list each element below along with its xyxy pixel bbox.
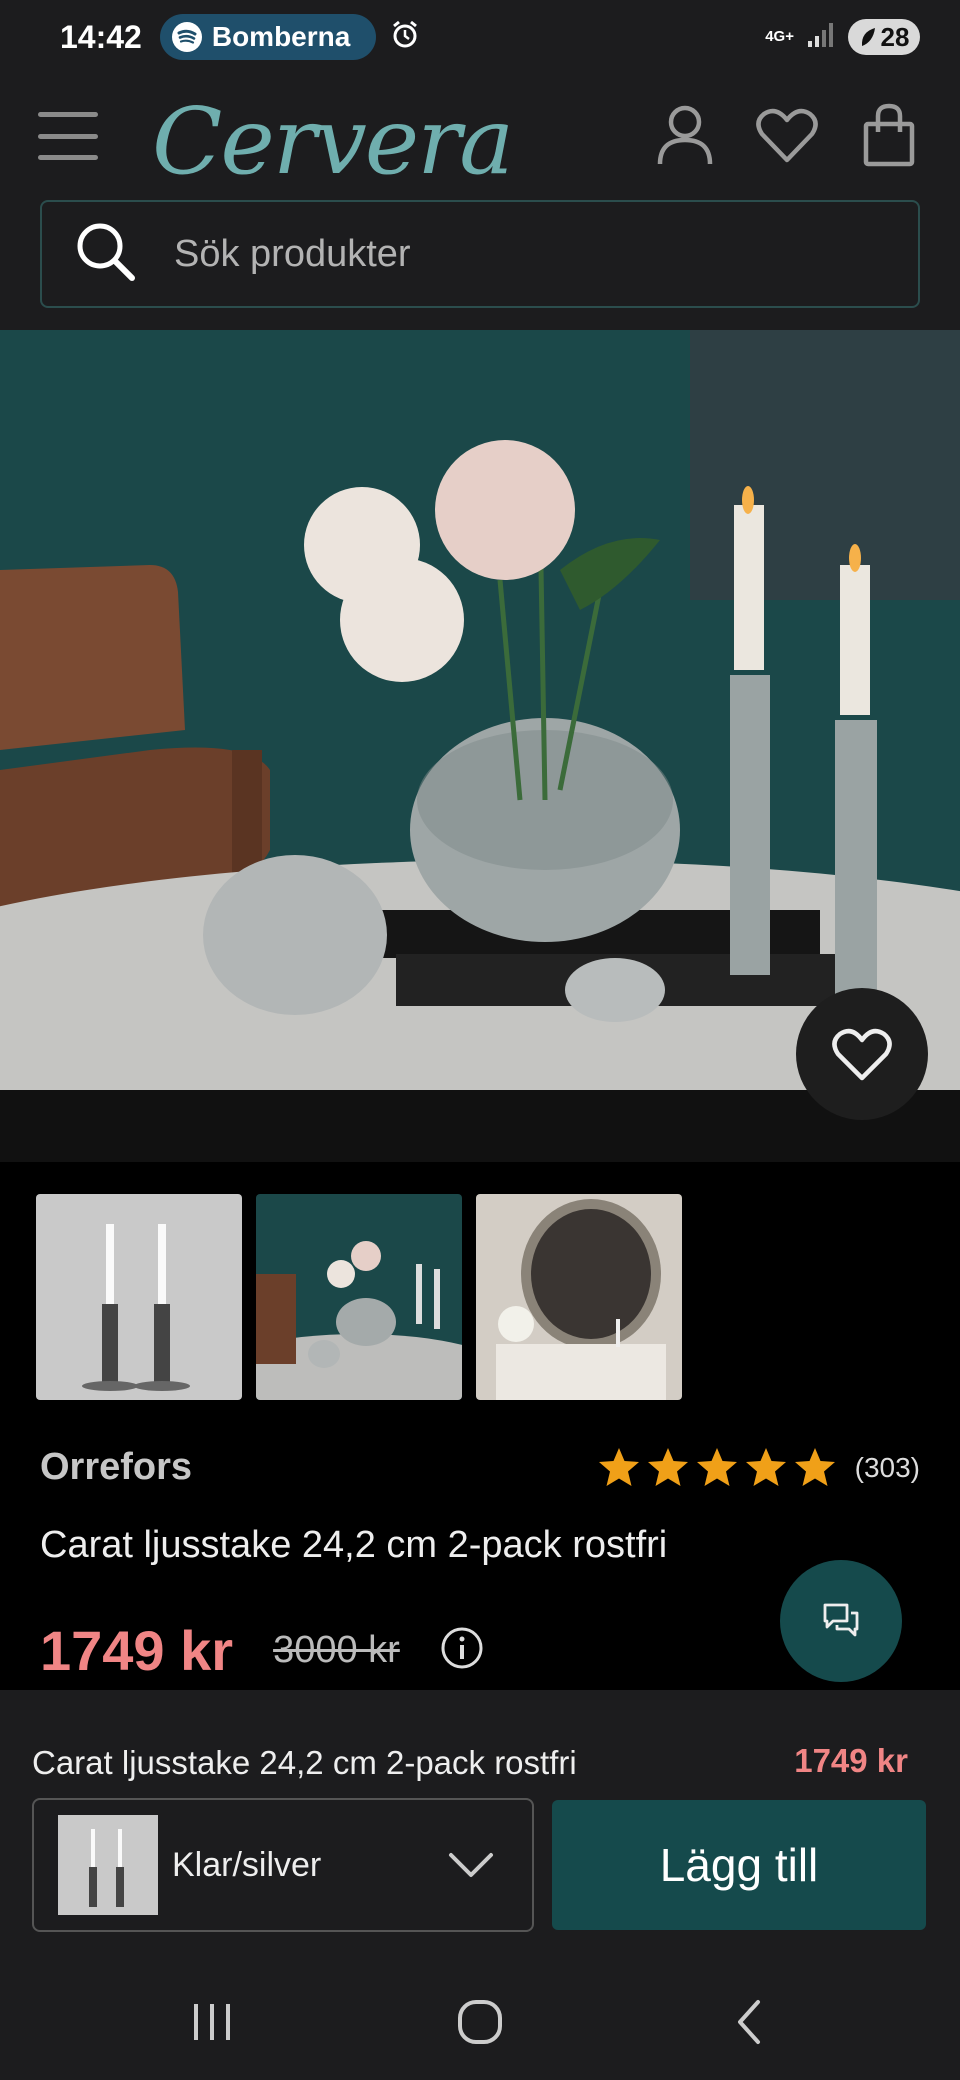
variant-label: Klar/silver	[172, 1845, 322, 1884]
rating-count: (303)	[854, 1452, 920, 1483]
status-bar: 14:42 Bomberna 4G+ 28	[0, 0, 960, 74]
battery-saver-icon	[861, 28, 875, 46]
thumbnail-3[interactable]	[476, 1194, 682, 1400]
search-input[interactable]	[174, 232, 774, 276]
add-to-cart-bar: Carat ljusstake 24,2 cm 2-pack rostfri 1…	[0, 1690, 960, 1960]
search-icon	[74, 220, 138, 289]
product-title: Carat ljusstake 24,2 cm 2-pack rostfri	[40, 1524, 668, 1566]
network-label: 4G+	[765, 28, 794, 45]
search-box[interactable]	[40, 200, 920, 308]
media-indicator[interactable]: Bomberna	[159, 14, 377, 60]
variant-thumbnail	[58, 1815, 158, 1915]
back-icon[interactable]	[720, 1992, 780, 2052]
alarm-icon	[390, 20, 420, 55]
current-price: 1749 kr	[40, 1619, 234, 1682]
chevron-down-icon	[448, 1850, 494, 1885]
rating-stars-icon	[598, 1448, 835, 1486]
battery-level: 28	[880, 21, 910, 52]
heart-icon	[832, 1028, 892, 1081]
status-time: 14:42	[60, 18, 142, 55]
thumbnail-2[interactable]	[256, 1194, 462, 1400]
app-header: Cervera	[0, 74, 960, 330]
add-to-cart-button[interactable]: Lägg till	[552, 1800, 926, 1930]
battery-indicator: 28	[848, 19, 920, 55]
chat-button[interactable]	[780, 1560, 902, 1682]
product-brand[interactable]: Orrefors	[40, 1446, 192, 1489]
chat-icon	[823, 1603, 859, 1637]
cart-bar-title: Carat ljusstake 24,2 cm 2-pack rostfri	[32, 1744, 577, 1781]
system-nav-bar	[0, 1960, 960, 2080]
product-hero-image[interactable]	[0, 330, 960, 1162]
home-icon[interactable]	[450, 1992, 510, 2052]
original-price: 3000 kr	[273, 1629, 400, 1671]
cart-bar-price: 1749 kr	[794, 1742, 908, 1779]
favorite-button[interactable]	[796, 988, 928, 1120]
account-icon[interactable]	[652, 102, 718, 168]
variant-select[interactable]: Klar/silver	[32, 1798, 534, 1932]
thumbnail-1[interactable]	[36, 1194, 242, 1400]
logo[interactable]: Cervera	[152, 88, 514, 195]
cart-icon[interactable]	[856, 102, 922, 168]
rating[interactable]: (303)	[597, 1446, 920, 1490]
thumbnail-gallery	[36, 1194, 682, 1400]
info-icon[interactable]	[440, 1626, 484, 1675]
signal-icon	[808, 22, 834, 52]
menu-icon[interactable]	[38, 106, 98, 166]
media-title: Bomberna	[211, 21, 351, 52]
recent-apps-icon[interactable]	[182, 1992, 242, 2052]
price-row: 1749 kr 3000 kr	[40, 1618, 484, 1683]
wishlist-icon[interactable]	[754, 102, 820, 168]
spotify-icon	[171, 22, 202, 52]
